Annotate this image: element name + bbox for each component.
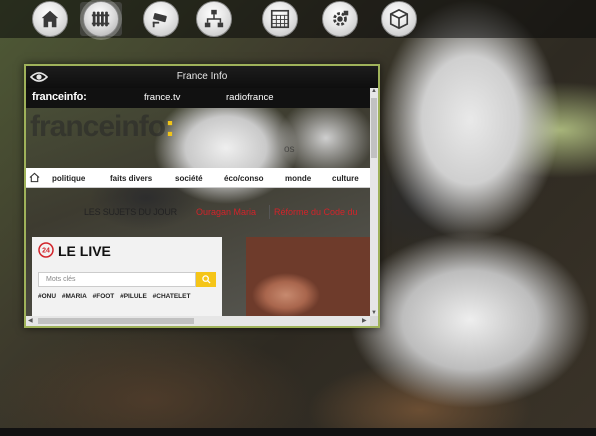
scroll-up-arrow-icon[interactable]: ▲ xyxy=(371,88,377,94)
big-logo-text: franceinfo xyxy=(30,110,166,143)
topic-link[interactable]: Ouragan Maria xyxy=(196,207,256,217)
home-icon xyxy=(41,10,59,28)
france-info-window: France Info franceinfo: france.tv radiof… xyxy=(24,64,380,328)
site-nav: politique faits divers société éco/conso… xyxy=(26,168,370,188)
tag-link[interactable]: #ONU xyxy=(38,293,56,300)
box-icon xyxy=(389,8,409,30)
franceinfo-logo[interactable]: franceinfo: xyxy=(32,91,87,103)
search-icon xyxy=(201,275,211,284)
scroll-left-arrow-icon[interactable]: ◀ xyxy=(28,317,33,324)
network-icon xyxy=(204,9,224,28)
camera-button[interactable] xyxy=(143,1,179,37)
live-title: LE LIVE xyxy=(58,243,111,259)
search-input[interactable]: Mots clés xyxy=(38,272,196,287)
nav-item-monde[interactable]: monde xyxy=(285,174,311,183)
calendar-button[interactable] xyxy=(262,1,298,37)
nav-item-faits-divers[interactable]: faits divers xyxy=(110,174,152,183)
topics-bar: LES SUJETS DU JOUR Ouragan Maria Réforme… xyxy=(26,188,370,234)
network-button[interactable] xyxy=(196,1,232,37)
vertical-scroll-thumb[interactable] xyxy=(371,98,377,158)
nav-item-culture[interactable]: culture xyxy=(332,174,359,183)
settings-icon xyxy=(333,10,349,26)
tag-link[interactable]: #MARIA xyxy=(62,293,87,300)
topics-divider xyxy=(269,205,270,219)
home-button[interactable] xyxy=(32,1,68,37)
home-icon[interactable] xyxy=(29,172,40,183)
window-titlebar[interactable]: France Info xyxy=(26,66,378,88)
topics-heading: LES SUJETS DU JOUR xyxy=(84,207,177,217)
nav-item-eco-conso[interactable]: éco/conso xyxy=(224,174,264,183)
calendar-icon xyxy=(270,9,290,29)
taskbar xyxy=(0,0,596,38)
horizontal-scrollbar[interactable]: ◀ ▶ xyxy=(26,316,370,326)
window-title: France Info xyxy=(176,71,228,82)
site-big-logo[interactable]: franceinfo: xyxy=(30,110,190,160)
nav-item-politique[interactable]: politique xyxy=(52,174,85,183)
search-button[interactable] xyxy=(196,272,216,287)
web-content: franceinfo: france.tv radiofrance france… xyxy=(26,88,370,316)
radiofrance-link[interactable]: radiofrance xyxy=(226,92,274,103)
tag-link[interactable]: #PILULE xyxy=(120,293,147,300)
svg-text:24: 24 xyxy=(42,248,50,255)
topic-link[interactable]: Réforme du Code du xyxy=(274,207,358,217)
site-topbar: franceinfo: france.tv radiofrance xyxy=(26,88,370,108)
settings-button[interactable] xyxy=(322,1,358,37)
horizontal-scroll-thumb[interactable] xyxy=(38,318,194,324)
heating-button[interactable] xyxy=(83,1,119,37)
tag-link[interactable]: #FOOT xyxy=(93,293,115,300)
box-button[interactable] xyxy=(381,1,417,37)
tag-link[interactable]: #CHATELET xyxy=(153,293,191,300)
nav-item-societe[interactable]: société xyxy=(175,174,203,183)
article-image[interactable] xyxy=(246,237,370,316)
live-panel: 24 LE LIVE Mots clés #ONU #MARIA #FOOT #… xyxy=(32,237,222,316)
scroll-down-arrow-icon[interactable]: ▼ xyxy=(371,310,377,316)
radiator-icon xyxy=(91,11,110,27)
vertical-scrollbar[interactable]: ▲ ▼ xyxy=(370,88,378,316)
camera-icon xyxy=(152,13,167,28)
partial-text: os xyxy=(284,144,295,155)
bottom-bar xyxy=(0,428,596,436)
live-24-icon: 24 xyxy=(38,242,54,258)
francetv-link[interactable]: france.tv xyxy=(144,92,180,103)
live-tags: #ONU #MARIA #FOOT #PILULE #CHATELET xyxy=(38,293,194,300)
big-logo-colon: : xyxy=(165,110,175,143)
scroll-right-arrow-icon[interactable]: ▶ xyxy=(362,317,367,324)
